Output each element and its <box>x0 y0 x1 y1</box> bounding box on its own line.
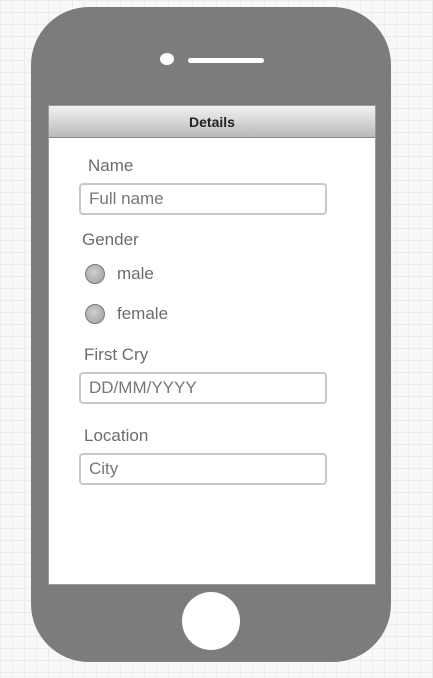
camera-icon <box>160 53 174 65</box>
first-cry-label: First Cry <box>84 345 149 364</box>
radio-button-male[interactable] <box>85 264 105 284</box>
phone-screen: Details Name Gender male female First Cr… <box>48 105 376 585</box>
gender-option-male[interactable]: male <box>85 264 154 284</box>
name-input[interactable] <box>79 183 327 215</box>
gender-label: Gender <box>82 230 139 249</box>
name-label: Name <box>88 156 134 175</box>
home-button[interactable] <box>182 592 240 650</box>
radio-label-female: female <box>117 304 169 323</box>
speaker-grille <box>188 58 264 63</box>
title-bar: Details <box>49 106 375 138</box>
location-label: Location <box>84 426 149 445</box>
gender-option-female[interactable]: female <box>85 304 168 324</box>
first-cry-date-input[interactable] <box>79 372 327 404</box>
radio-button-female[interactable] <box>85 304 105 324</box>
phone-frame: Details Name Gender male female First Cr… <box>31 7 391 662</box>
location-input[interactable] <box>79 453 327 485</box>
page-title: Details <box>189 113 235 130</box>
radio-label-male: male <box>117 264 154 283</box>
